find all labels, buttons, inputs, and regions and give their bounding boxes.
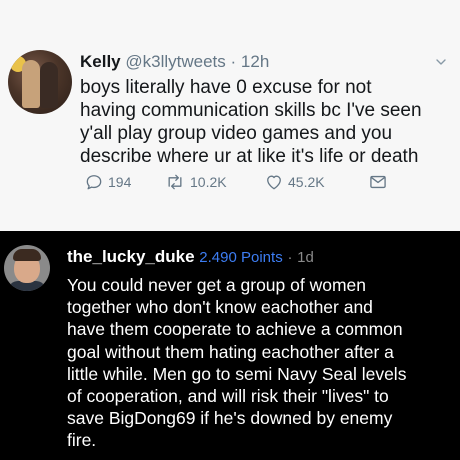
comment-text-line: save BigDong69 if he's downed by enemy — [67, 408, 393, 429]
avatar[interactable] — [4, 245, 50, 291]
comment-text: You could never get a group of women tog… — [67, 274, 457, 452]
avatar-figure — [40, 62, 58, 108]
comment-text-line: You could never get a group of women — [67, 275, 367, 295]
comment-text-line: fire. — [67, 430, 97, 451]
avatar[interactable] — [8, 50, 72, 114]
tweet-text: boys literally have 0 excuse for not hav… — [80, 76, 452, 168]
comment-text-line: of cooperation, and will risk their "liv… — [67, 386, 389, 407]
direct-message-icon — [370, 175, 386, 189]
username[interactable]: the_lucky_duke — [67, 247, 195, 266]
tweet-text-line: describe where ur at like it's life or d… — [80, 146, 419, 167]
comment-text-line: little while. Men go to semi Navy Seal l… — [67, 363, 407, 384]
reply-icon — [86, 175, 102, 190]
avatar-figure — [22, 60, 40, 108]
retweet-button[interactable]: 10.2K — [164, 172, 227, 192]
reply-count: 194 — [108, 174, 132, 190]
separator: · — [230, 52, 237, 71]
like-count: 45.2K — [288, 174, 325, 190]
tweet-header: Kelly @k3llytweets · 12h — [80, 52, 269, 72]
comment-text-line: have them cooperate to achieve a common — [67, 319, 403, 340]
timestamp: 1d — [297, 249, 314, 266]
timestamp[interactable]: 12h — [241, 52, 269, 71]
comment-header: the_lucky_duke 2.490 Points · 1d — [67, 247, 314, 267]
direct-message-button[interactable] — [368, 172, 388, 192]
display-name[interactable]: Kelly — [80, 52, 121, 71]
handle[interactable]: @k3llytweets — [125, 52, 225, 71]
separator: · — [287, 249, 293, 266]
comment-text-line: goal without them hating eachother after… — [67, 341, 394, 362]
reply-button[interactable]: 194 — [84, 172, 131, 192]
like-button[interactable]: 45.2K — [264, 172, 325, 192]
chevron-down-icon[interactable] — [436, 57, 446, 67]
tweet-text-line: y'all play group video games and you — [80, 123, 393, 144]
tweet-text-line: having communication skills bc I've seen — [80, 100, 422, 121]
heart-icon — [267, 175, 281, 190]
retweet-icon — [168, 174, 182, 190]
comment-text-line: together who don't know eachother and — [67, 297, 373, 318]
points-badge: 2.490 Points — [199, 249, 283, 266]
avatar-hair — [13, 249, 41, 261]
tweet-actions: 194 10.2K 45.2K — [84, 172, 404, 194]
tweet-card: Kelly @k3llytweets · 12h boys literally … — [0, 0, 460, 231]
retweet-count: 10.2K — [190, 174, 227, 190]
tweet-text-line: boys literally have 0 excuse for not — [80, 77, 372, 98]
